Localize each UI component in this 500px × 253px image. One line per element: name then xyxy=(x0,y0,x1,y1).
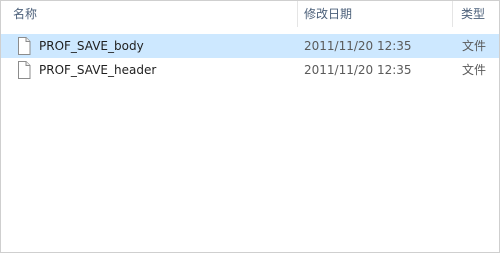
column-header-type[interactable]: 类型 xyxy=(461,1,485,27)
column-header-bar: 名称 ^ 修改日期 类型 xyxy=(1,1,499,27)
file-name: PROF_SAVE_body xyxy=(39,39,144,53)
column-header-date[interactable]: 修改日期 xyxy=(304,1,352,27)
file-modified-date: 2011/11/20 12:35 xyxy=(304,39,412,53)
file-type: 文件 xyxy=(462,63,487,77)
file-icon xyxy=(17,37,31,55)
file-name: PROF_SAVE_header xyxy=(39,63,157,77)
file-modified-date: 2011/11/20 12:35 xyxy=(304,63,412,77)
file-list-pane: 名称 ^ 修改日期 类型 PROF_SAVE_body 2011/11/20 1… xyxy=(0,0,500,253)
column-divider[interactable] xyxy=(452,1,453,27)
column-header-name[interactable]: 名称 xyxy=(13,1,37,27)
file-type: 文件 xyxy=(462,39,487,53)
file-list: PROF_SAVE_body 2011/11/20 12:35 文件 PROF_… xyxy=(1,34,499,82)
file-row-prof-save-body[interactable]: PROF_SAVE_body 2011/11/20 12:35 文件 xyxy=(1,34,499,58)
file-row-prof-save-header[interactable]: PROF_SAVE_header 2011/11/20 12:35 文件 xyxy=(1,58,499,82)
sort-indicator-icon: ^ xyxy=(151,0,159,6)
file-icon xyxy=(17,61,31,79)
column-divider[interactable] xyxy=(297,1,298,27)
